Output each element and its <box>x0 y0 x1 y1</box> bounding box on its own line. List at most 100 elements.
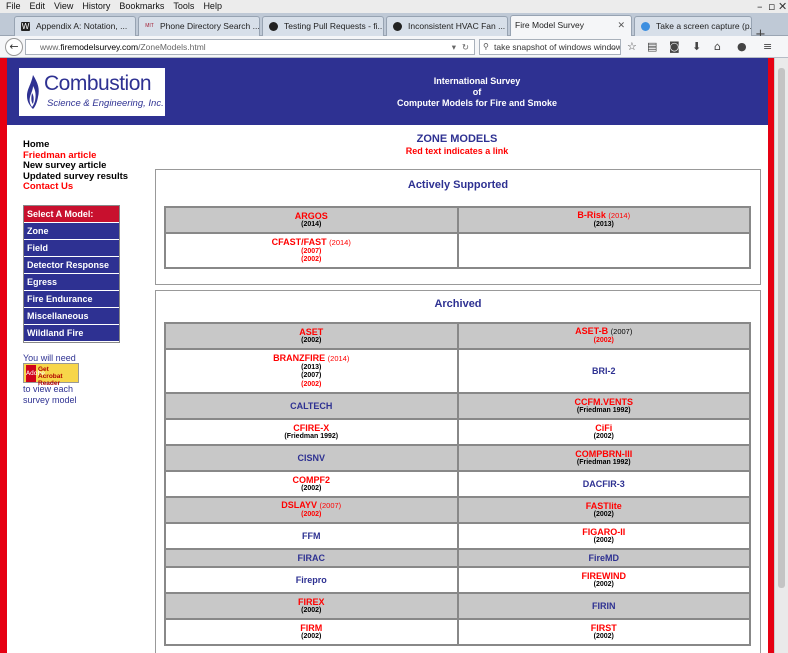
model-cell[interactable]: CISNV <box>165 445 458 471</box>
model-cell[interactable]: ASET-B (2007) (2002) <box>457 323 750 349</box>
model-name[interactable]: Firepro <box>296 575 327 585</box>
model-name[interactable]: COMPF2 <box>292 475 330 485</box>
model-cell[interactable]: FIRM (2002) <box>165 619 458 645</box>
model-name-link[interactable]: CCFM.VENTS <box>461 397 748 407</box>
model-name[interactable]: DSLAYV <box>281 500 317 510</box>
model-name-link[interactable]: FASTlite <box>461 501 748 511</box>
back-arrow-icon[interactable]: ← <box>5 38 23 56</box>
model-year-link[interactable]: (2007) <box>320 501 342 510</box>
maximize-icon[interactable]: ▫ <box>768 0 775 13</box>
model-menu-field[interactable]: Field <box>24 240 119 257</box>
nav-home[interactable]: Home <box>23 139 128 151</box>
model-name[interactable]: CFAST/FAST <box>272 237 327 247</box>
model-name-link[interactable]: B-Risk (2014) <box>461 210 748 221</box>
model-name[interactable]: FIGARO-II <box>582 527 625 537</box>
model-name-link[interactable]: CFAST/FAST (2014) <box>168 237 455 248</box>
model-name-link[interactable]: Firepro <box>168 575 455 585</box>
model-cell[interactable]: FFM <box>165 523 458 549</box>
model-year-link[interactable]: (2002) <box>168 256 455 265</box>
model-cell[interactable]: COMPF2 (2002) <box>165 471 458 497</box>
tab-inconsistent-hvac[interactable]: Inconsistent HVAC Fan ... <box>386 16 508 36</box>
model-name-link[interactable]: ARGOS <box>168 211 455 221</box>
dropdown-arrow-icon[interactable]: ▾ <box>452 40 456 54</box>
model-cell[interactable]: BRI-2 <box>457 349 750 393</box>
menu-edit[interactable]: Edit <box>30 0 46 13</box>
model-name[interactable]: FireMD <box>588 553 619 563</box>
model-name-link[interactable]: FIRST <box>461 623 748 633</box>
model-name[interactable]: DACFIR-3 <box>583 479 625 489</box>
model-name-link[interactable]: FIRM <box>168 623 455 633</box>
hamburger-menu-icon[interactable]: ≡ <box>763 40 772 54</box>
reload-icon[interactable]: ↻ <box>462 40 469 54</box>
search-go-arrow-icon[interactable]: → <box>609 40 618 54</box>
close-window-icon[interactable]: ✕ <box>778 0 787 13</box>
model-cell[interactable]: ASET (2002) <box>165 323 458 349</box>
tab-appendix[interactable]: W Appendix A: Notation, ... <box>14 16 136 36</box>
close-tab-icon[interactable]: ✕ <box>617 16 625 35</box>
tab-fire-model-survey[interactable]: Fire Model Survey ✕ <box>510 15 632 37</box>
model-menu-wildland-fire[interactable]: Wildland Fire <box>24 325 119 342</box>
model-name-link[interactable]: DSLAYV (2007) <box>168 500 455 511</box>
model-year-link[interactable]: (2007) <box>168 248 455 257</box>
scrollbar[interactable] <box>774 58 788 653</box>
model-name-link[interactable]: FIREX <box>168 597 455 607</box>
model-name-link[interactable]: CiFi <box>461 423 748 433</box>
get-acrobat-reader-badge[interactable]: Adobe Get Acrobat Reader <box>23 363 79 387</box>
model-name-link[interactable]: BRI-2 <box>461 366 748 376</box>
download-icon[interactable]: ⬇ <box>692 40 701 54</box>
scrollbar-thumb[interactable] <box>778 68 785 588</box>
model-name-link[interactable]: ASET <box>168 327 455 337</box>
model-cell[interactable]: FIRIN <box>457 593 750 619</box>
model-cell[interactable]: Firepro <box>165 567 458 593</box>
menu-tools[interactable]: Tools <box>173 0 194 13</box>
model-name-link[interactable]: FIRIN <box>461 601 748 611</box>
model-year-link[interactable]: (2014) <box>328 354 350 363</box>
model-cell[interactable]: CALTECH <box>165 393 458 419</box>
model-name-link[interactable]: CISNV <box>168 453 455 463</box>
model-cell[interactable]: ARGOS (2014) <box>165 207 458 233</box>
model-cell[interactable]: FIREWIND (2002) <box>457 567 750 593</box>
model-menu-egress[interactable]: Egress <box>24 274 119 291</box>
model-name[interactable]: FIRAC <box>298 553 326 563</box>
model-year-link[interactable]: (2002) <box>461 337 748 346</box>
chat-icon[interactable]: ● <box>737 40 747 54</box>
model-cell[interactable]: DSLAYV (2007) (2002) <box>165 497 458 523</box>
model-cell[interactable]: CFAST/FAST (2014) (2007) (2002) <box>165 233 458 268</box>
model-name[interactable]: ASET-B <box>575 326 608 336</box>
model-name-link[interactable]: CFIRE-X <box>168 423 455 433</box>
model-year-link[interactable]: (2014) <box>608 211 630 220</box>
pocket-icon[interactable]: ◙ <box>669 40 680 54</box>
model-name[interactable]: FASTlite <box>586 501 622 511</box>
model-menu-miscellaneous[interactable]: Miscellaneous <box>24 308 119 325</box>
model-name[interactable]: ARGOS <box>295 211 328 221</box>
model-name[interactable]: CISNV <box>297 453 325 463</box>
model-name-link[interactable]: FIGARO-II <box>461 527 748 537</box>
model-cell[interactable]: B-Risk (2014) (2013) <box>457 207 750 233</box>
model-cell[interactable]: CiFi (2002) <box>457 419 750 445</box>
tab-phone-directory[interactable]: MIT Phone Directory Search ... <box>138 16 260 36</box>
model-year-link[interactable]: (2007) <box>611 327 633 336</box>
model-name[interactable]: FIRIN <box>592 601 616 611</box>
model-name-link[interactable]: FireMD <box>461 553 748 563</box>
tab-testing-pull-requests[interactable]: Testing Pull Requests - fi... <box>262 16 384 36</box>
model-name-link[interactable]: DACFIR-3 <box>461 479 748 489</box>
model-cell[interactable]: FIGARO-II (2002) <box>457 523 750 549</box>
model-cell[interactable]: FASTlite (2002) <box>457 497 750 523</box>
model-name[interactable]: B-Risk <box>577 210 606 220</box>
model-cell[interactable]: FIRAC <box>165 549 458 567</box>
model-year-link[interactable]: (2002) <box>168 511 455 520</box>
model-menu-zone[interactable]: Zone <box>24 223 119 240</box>
model-name-link[interactable]: FIRAC <box>168 553 455 563</box>
model-name[interactable]: ASET <box>299 327 323 337</box>
model-cell[interactable]: FIREX (2002) <box>165 593 458 619</box>
model-name[interactable]: BRANZFIRE <box>273 353 325 363</box>
bookmark-star-icon[interactable]: ☆ <box>627 40 637 54</box>
model-name-link[interactable]: COMPF2 <box>168 475 455 485</box>
model-name[interactable]: CiFi <box>595 423 612 433</box>
menu-help[interactable]: Help <box>203 0 222 13</box>
model-year-link[interactable]: (2014) <box>329 238 351 247</box>
search-bar[interactable]: ⚲ take snapshot of windows window → <box>479 39 621 55</box>
model-cell[interactable]: BRANZFIRE (2014) (2013) (2007) (2002) <box>165 349 458 393</box>
model-name-link[interactable]: CALTECH <box>168 401 455 411</box>
minimize-icon[interactable]: – <box>757 0 763 13</box>
